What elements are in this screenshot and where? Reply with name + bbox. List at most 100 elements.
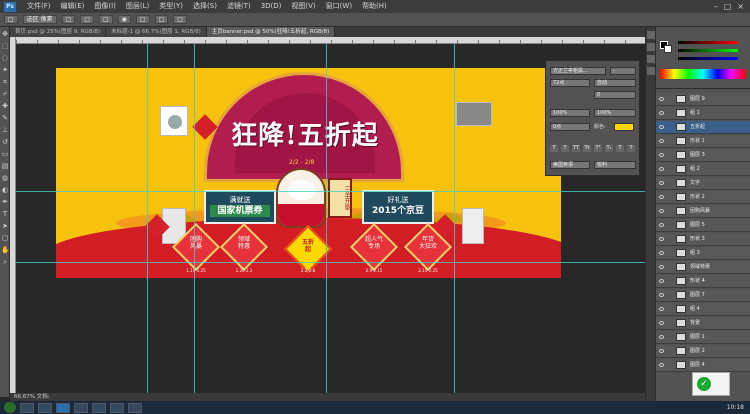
antialias-select[interactable]: 锐利	[594, 161, 636, 169]
menu-view[interactable]: 视图(V)	[286, 0, 320, 13]
eye-icon[interactable]	[659, 181, 664, 185]
strikethrough-button[interactable]: T	[627, 145, 635, 152]
leading-field[interactable]: 自动	[594, 79, 636, 87]
pen-tool-icon[interactable]: ✒	[1, 198, 9, 206]
taskbar-app-photoshop-icon[interactable]	[56, 402, 70, 413]
superscript-button[interactable]: T¹	[594, 145, 602, 152]
layer-row[interactable]: 组 4	[656, 303, 750, 316]
align-left-button[interactable]: □	[135, 15, 150, 24]
layer-row[interactable]: 团购风暴	[656, 205, 750, 218]
lasso-tool-icon[interactable]: ◌	[1, 54, 9, 62]
dodge-tool-icon[interactable]: ◐	[1, 186, 9, 194]
brush-tool-icon[interactable]: ✎	[1, 114, 9, 122]
eye-icon[interactable]	[659, 153, 664, 157]
green-slider[interactable]	[678, 49, 738, 52]
zoom-level[interactable]: 66.67%	[14, 394, 35, 400]
tab-doc-3[interactable]: 主页banner.psd @ 50%(狂降!五折起, RGB/8)	[206, 27, 336, 37]
healing-brush-icon[interactable]: ✚	[1, 102, 9, 110]
close-button[interactable]: ×	[737, 2, 744, 11]
eye-icon[interactable]	[659, 307, 664, 311]
layer-row[interactable]: 形状 3	[656, 233, 750, 246]
eye-icon[interactable]	[659, 237, 664, 241]
menu-edit[interactable]: 编辑(E)	[56, 0, 90, 13]
history-panel-icon[interactable]	[647, 31, 655, 39]
tab-doc-2[interactable]: 未标题-1 @ 66.7%(图层 1, RGB/8)	[106, 27, 207, 37]
eye-icon[interactable]	[659, 139, 664, 143]
menu-filter[interactable]: 滤镜(T)	[222, 0, 256, 13]
blue-slider[interactable]	[678, 57, 738, 60]
taskbar-app-browser-icon[interactable]	[92, 402, 106, 413]
guide-vertical-1[interactable]	[147, 44, 148, 393]
layer-row[interactable]: 图层 7	[656, 289, 750, 302]
layer-row[interactable]: 图层 3	[656, 149, 750, 162]
layer-row[interactable]: 形状 1	[656, 135, 750, 148]
minimize-button[interactable]: –	[714, 2, 718, 11]
mode-select[interactable]: 选区 像素	[22, 15, 57, 24]
faux-bold-button[interactable]: T	[550, 145, 558, 152]
type-tool-icon[interactable]: T	[1, 210, 9, 218]
properties-panel-icon[interactable]	[647, 43, 655, 51]
eye-icon[interactable]	[659, 167, 664, 171]
guide-horizontal-1[interactable]	[16, 191, 645, 192]
guide-vertical-3[interactable]	[326, 44, 327, 393]
gradient-tool-icon[interactable]: ▤	[1, 162, 9, 170]
option-new[interactable]: □	[61, 15, 76, 24]
font-style-field[interactable]: -	[610, 67, 636, 75]
layer-row[interactable]: 背景	[656, 317, 750, 330]
taskbar-app-ie-icon[interactable]	[20, 402, 34, 413]
eye-icon[interactable]	[659, 195, 664, 199]
zoom-tool-icon[interactable]: ⌕	[1, 258, 9, 266]
tab-doc-1[interactable]: 首页.psd @ 25%(图层 9, RGB/8)	[10, 27, 107, 37]
banner-artwork[interactable]: 狂降!五折起 2/2 - 2/8 满就送 国家机票券 好礼送 2015个京豆 三…	[56, 68, 561, 278]
eye-icon[interactable]	[659, 265, 664, 269]
layer-row[interactable]: 文字	[656, 177, 750, 190]
eye-icon[interactable]	[659, 97, 664, 101]
magic-wand-icon[interactable]: ✦	[1, 66, 9, 74]
taskbar-app-music-icon[interactable]	[110, 402, 124, 413]
eye-icon[interactable]	[659, 209, 664, 213]
red-slider[interactable]	[678, 41, 738, 44]
layer-row[interactable]: 五折起	[656, 121, 750, 134]
menu-layer[interactable]: 图层(L)	[121, 0, 154, 13]
vertical-scale-field[interactable]: 100%	[550, 109, 590, 117]
tool-preset-picker[interactable]: □	[4, 15, 18, 24]
background-color-swatch[interactable]	[664, 45, 672, 53]
eye-icon[interactable]	[659, 349, 664, 353]
all-caps-button[interactable]: TT	[572, 145, 580, 152]
paragraph-panel-icon[interactable]	[647, 67, 655, 75]
layer-row[interactable]: 组 1	[656, 107, 750, 120]
layer-row[interactable]: 组 3	[656, 247, 750, 260]
layer-row[interactable]: 图层 9	[656, 93, 750, 106]
taskbar-app-folder-icon[interactable]	[128, 402, 142, 413]
align-right-button[interactable]: □	[173, 15, 187, 24]
align-center-button[interactable]: □	[154, 15, 169, 24]
font-size-field[interactable]: 72点	[550, 79, 590, 87]
maximize-button[interactable]: □	[724, 2, 732, 11]
eye-icon[interactable]	[659, 363, 664, 367]
color-spectrum[interactable]	[660, 69, 746, 79]
menu-file[interactable]: 文件(F)	[22, 0, 56, 13]
layer-row[interactable]: 形状 4	[656, 275, 750, 288]
horizontal-ruler[interactable]	[16, 37, 645, 44]
eye-icon[interactable]	[659, 251, 664, 255]
font-family-field[interactable]: 方正兰亭粗黑...	[550, 67, 606, 75]
taskbar-app-qq-icon[interactable]	[74, 402, 88, 413]
marquee-tool-icon[interactable]: ⬚	[1, 42, 9, 50]
baseline-shift-field[interactable]: 0点	[550, 123, 590, 131]
blur-tool-icon[interactable]: ◍	[1, 174, 9, 182]
path-select-icon[interactable]: ➤	[1, 222, 9, 230]
eye-icon[interactable]	[659, 293, 664, 297]
layer-row[interactable]: 图层 4	[656, 359, 750, 372]
layer-row[interactable]: 形状 2	[656, 191, 750, 204]
eye-icon[interactable]	[659, 335, 664, 339]
start-button[interactable]	[4, 402, 16, 413]
menu-image[interactable]: 图像(I)	[89, 0, 121, 13]
eraser-tool-icon[interactable]: ▭	[1, 150, 9, 158]
option-subtract[interactable]: □	[98, 15, 113, 24]
horizontal-scale-field[interactable]: 100%	[594, 109, 636, 117]
text-color-swatch[interactable]	[614, 123, 634, 131]
menu-3d[interactable]: 3D(D)	[256, 0, 287, 13]
eye-icon[interactable]	[659, 321, 664, 325]
guide-vertical-2[interactable]	[194, 44, 195, 393]
layer-row[interactable]: 图层 5	[656, 219, 750, 232]
